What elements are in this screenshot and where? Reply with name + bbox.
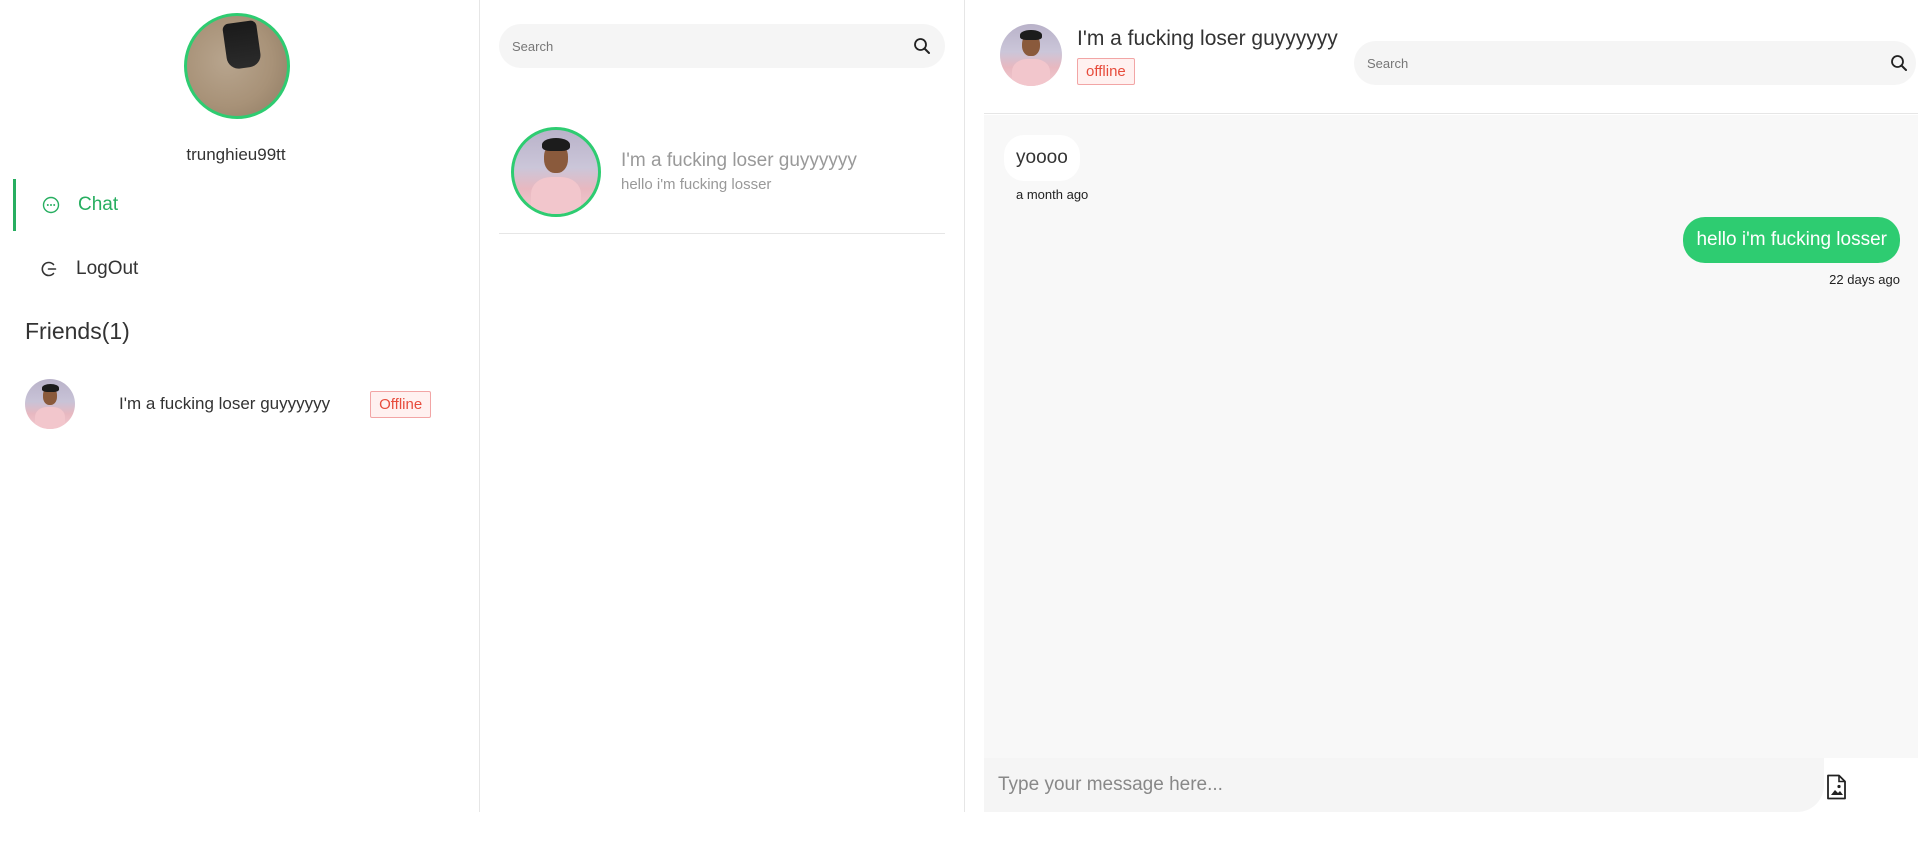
nav-item-logout[interactable]: LogOut — [13, 243, 473, 295]
conversation-search-input[interactable] — [499, 38, 911, 54]
chat-app: trunghieu99tt Chat LogOut Friends(1) I'm… — [0, 0, 1918, 846]
chat-partner-status-badge: offline — [1077, 58, 1135, 85]
nav-item-logout-label: LogOut — [76, 258, 139, 279]
message-bubble-incoming: yoooo — [1004, 135, 1080, 181]
conversation-list-panel: I'm a fucking loser guyyyyyy hello i'm f… — [481, 0, 965, 812]
conversation-text: I'm a fucking loser guyyyyyy hello i'm f… — [621, 150, 857, 193]
message-list: yoooo a month ago hello i'm fucking loss… — [984, 115, 1918, 758]
search-icon[interactable] — [911, 35, 933, 57]
message-timestamp: a month ago — [1016, 187, 1089, 202]
search-icon[interactable] — [1888, 52, 1910, 74]
chat-panel: I'm a fucking loser guyyyyyy offline yoo… — [966, 0, 1918, 846]
conversation-preview: hello i'm fucking losser — [621, 176, 772, 193]
sidebar: trunghieu99tt Chat LogOut Friends(1) I'm… — [0, 0, 480, 812]
nav-item-chat-label: Chat — [78, 194, 119, 215]
message-input[interactable] — [984, 758, 1824, 812]
message-timestamp: 22 days ago — [1829, 272, 1900, 287]
conversation-name: I'm a fucking loser guyyyyyy — [621, 150, 857, 171]
message-composer — [984, 758, 1824, 812]
conversation-avatar — [511, 126, 601, 217]
conversation-search — [499, 24, 945, 68]
message-search-input[interactable] — [1354, 55, 1888, 71]
friend-avatar — [25, 379, 75, 429]
conversation-item[interactable]: I'm a fucking loser guyyyyyy hello i'm f… — [499, 110, 945, 234]
logout-icon — [38, 258, 60, 280]
profile-avatar[interactable] — [184, 13, 290, 119]
chat-partner-name: I'm a fucking loser guyyyyyy — [1077, 27, 1338, 50]
profile-photo-shoes — [221, 19, 263, 71]
chat-partner-avatar[interactable] — [1000, 24, 1062, 86]
message-search — [1354, 41, 1916, 85]
message-bubble-outgoing: hello i'm fucking losser — [1683, 217, 1900, 263]
attach-image-icon[interactable] — [1823, 773, 1849, 801]
nav-item-chat[interactable]: Chat — [13, 179, 473, 231]
friend-status-badge: Offline — [370, 390, 432, 418]
chat-icon — [40, 194, 62, 216]
friend-list-item[interactable]: I'm a fucking loser guyyyyyy Offline — [25, 378, 445, 430]
chat-header: I'm a fucking loser guyyyyyy offline — [984, 0, 1918, 114]
friends-title: Friends(1) — [25, 318, 130, 344]
profile-username: trunghieu99tt — [186, 145, 286, 164]
friend-name: I'm a fucking loser guyyyyyy — [119, 394, 331, 413]
